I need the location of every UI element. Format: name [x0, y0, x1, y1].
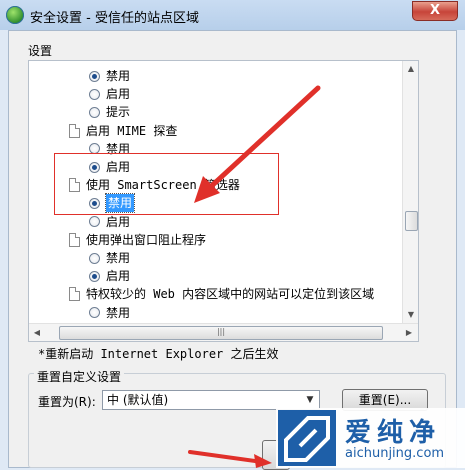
setting-category: 启用 MIME 探查 [69, 122, 177, 140]
radio-button[interactable] [89, 70, 100, 82]
setting-category: 特权较少的 Web 内容区域中的网站可以定位到该区域 [69, 285, 374, 303]
radio-button[interactable] [89, 216, 100, 228]
setting-option[interactable]: 启用 [89, 85, 130, 103]
watermark-url: aichunjing.com [345, 446, 445, 461]
horizontal-scrollbar[interactable]: ◀ ||| ▶ [29, 323, 418, 341]
radio-button[interactable] [89, 252, 100, 264]
window-title: 安全设置 - 受信任的站点区域 [30, 11, 199, 26]
category-label: 启用 MIME 探查 [86, 123, 178, 138]
watermark-brand: 爱纯净 [345, 418, 442, 448]
option-label: 禁用 [106, 69, 131, 83]
setting-option[interactable]: 禁用 [89, 67, 130, 85]
setting-category: 使用弹出窗口阻止程序 [69, 231, 206, 249]
option-label: 提示 [106, 105, 131, 120]
setting-option[interactable]: 启用 [89, 267, 130, 285]
option-label: 启用 [106, 269, 131, 284]
horizontal-scroll-thumb[interactable]: ||| [59, 326, 383, 340]
option-label: 启用 [106, 87, 131, 102]
reset-group-title: 重置自定义设置 [34, 368, 125, 385]
option-label: 禁用 [106, 251, 131, 265]
category-label: 使用弹出窗口阻止程序 [86, 232, 207, 247]
scroll-down-icon[interactable]: ▼ [403, 307, 419, 323]
setting-option[interactable]: 禁用 [89, 304, 130, 322]
document-icon [69, 232, 80, 247]
title-bar: 安全设置 - 受信任的站点区域 X [0, 0, 465, 30]
reset-level-value: 中 (默认值) [107, 393, 169, 407]
brand-logo-icon [278, 410, 336, 466]
scroll-left-icon[interactable]: ◀ [29, 324, 45, 341]
radio-button[interactable] [89, 270, 100, 282]
option-label: 启用 [106, 214, 131, 229]
close-button[interactable]: X [412, 1, 458, 21]
radio-button[interactable] [89, 307, 100, 319]
radio-button[interactable] [89, 106, 100, 118]
reset-to-label: 重置为(R): [38, 395, 96, 409]
settings-label: 设置 [28, 44, 53, 58]
radio-button[interactable] [89, 88, 100, 100]
option-label: 禁用 [106, 305, 131, 320]
vertical-scrollbar[interactable]: ▲ ▼ [402, 61, 418, 323]
setting-option[interactable]: 启用 [89, 213, 130, 231]
document-icon [69, 123, 80, 138]
scroll-right-icon[interactable]: ▶ [401, 324, 417, 341]
security-globe-icon [6, 6, 24, 24]
category-label: 特权较少的 Web 内容区域中的网站可以定位到该区域 [86, 287, 375, 302]
vertical-scroll-thumb[interactable] [405, 211, 418, 231]
chevron-down-icon[interactable]: ▼ [303, 393, 317, 407]
setting-option[interactable]: 禁用 [89, 249, 130, 267]
annotation-highlight-box [54, 153, 279, 215]
setting-option[interactable]: 提示 [89, 103, 130, 121]
scroll-up-icon[interactable]: ▲ [403, 61, 419, 77]
reset-level-select[interactable]: 中 (默认值) ▼ [102, 390, 320, 410]
document-icon [69, 287, 80, 302]
restart-note: *重新启动 Internet Explorer 之后生效 [38, 347, 279, 361]
